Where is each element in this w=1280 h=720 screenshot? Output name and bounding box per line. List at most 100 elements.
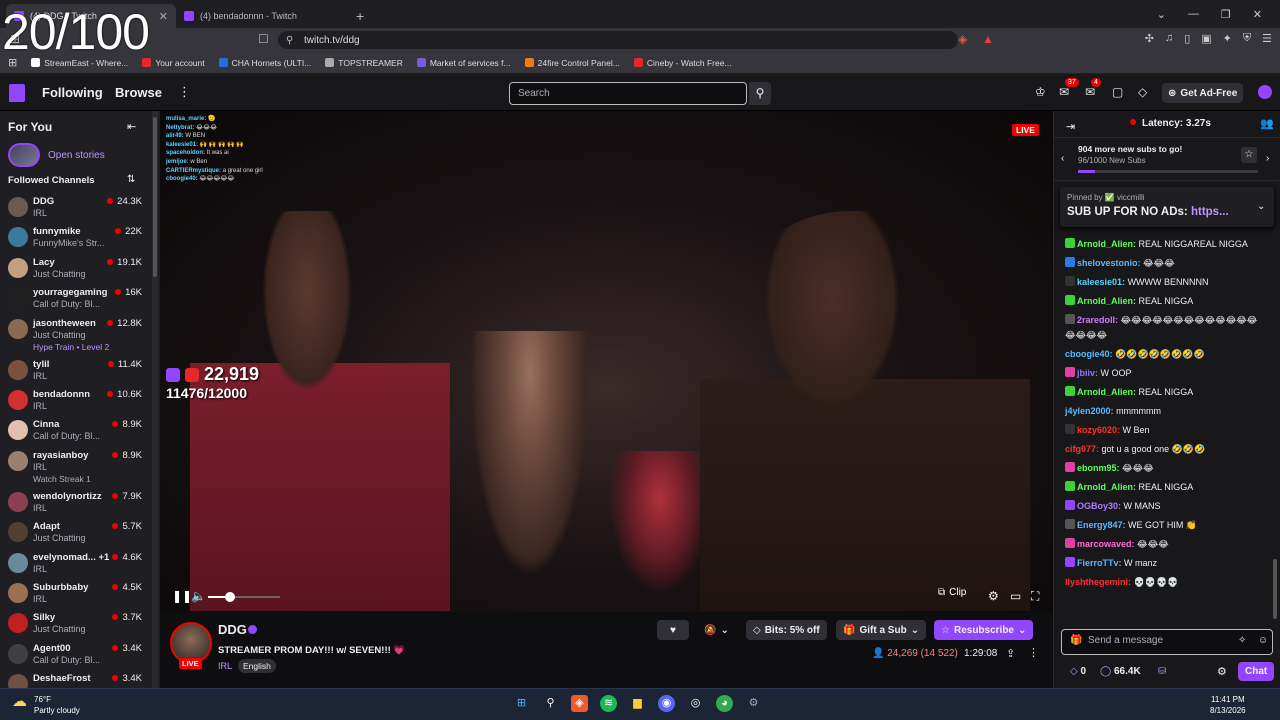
chat-message[interactable]: kaleesie01: WWWW BENNNNN: [1054, 273, 1276, 292]
channel-points[interactable]: ◯ 66.4K: [1100, 666, 1141, 677]
sidebar-channel[interactable]: evelynomad... +1 IRL 4.6K: [0, 549, 152, 579]
search-icon[interactable]: ⚲: [749, 82, 771, 105]
chat-message[interactable]: marcowaved: 😂😂😂: [1054, 535, 1276, 554]
settings-gear-icon[interactable]: ⚙: [988, 589, 999, 603]
chat-message[interactable]: FierroTTv: W manz: [1054, 554, 1276, 573]
menu-icon[interactable]: ☰: [1262, 32, 1272, 45]
vpn-icon[interactable]: ⛨: [1243, 32, 1251, 45]
sidebar-channel[interactable]: Lacy Just Chatting 19.1K: [0, 254, 152, 284]
chat-username[interactable]: kozy6020:: [1077, 425, 1120, 435]
profile-avatar[interactable]: [1258, 85, 1272, 99]
brave-browser-icon[interactable]: ◈: [571, 695, 588, 712]
tab-search-icon[interactable]: ⌄: [1157, 8, 1166, 21]
chat-input[interactable]: 🎁 Send a message ✧ ☺: [1061, 629, 1273, 655]
chat-username[interactable]: 2raredoll:: [1077, 315, 1118, 325]
sort-icon[interactable]: ⇅: [127, 174, 135, 185]
chat-badge-icon[interactable]: [1065, 557, 1075, 567]
chat-badge-icon[interactable]: [1065, 257, 1075, 267]
streamer-name[interactable]: DDG: [218, 622, 247, 637]
chat-username[interactable]: FierroTTv:: [1077, 558, 1122, 568]
community-icon[interactable]: 👥: [1260, 117, 1274, 130]
chat-message[interactable]: OGBoy30: W MANS: [1054, 497, 1276, 516]
wallet-icon[interactable]: ▣: [1201, 32, 1211, 45]
sidebar-channel[interactable]: wendolynortizz IRL 7.9K: [0, 488, 152, 518]
chat-message[interactable]: 2raredoll: 😂😂😂😂😂😂😂😂😂😂😂😂😂😂😂😂😂: [1054, 311, 1276, 345]
close-window-icon[interactable]: ✕: [1253, 8, 1262, 21]
settings-gear-icon[interactable]: ⚙: [745, 695, 762, 712]
resubscribe-button[interactable]: ☆ Resubscribe ⌄: [934, 620, 1034, 640]
sidebar-channel[interactable]: Silky Just Chatting 3.7K: [0, 609, 152, 639]
taskbar-search-icon[interactable]: ⚲: [542, 695, 559, 712]
chrome-icon[interactable]: ◕: [716, 695, 733, 712]
more-options-icon[interactable]: ⋮: [1028, 646, 1039, 659]
volume-knob[interactable]: [224, 592, 235, 602]
twitch-logo-icon[interactable]: [9, 84, 25, 102]
chat-badge-icon[interactable]: [1065, 367, 1075, 377]
chat-username[interactable]: Energy847:: [1077, 520, 1126, 530]
emote-icon[interactable]: ☺: [1258, 635, 1268, 646]
chat-message[interactable]: Energy847: WE GOT HIM 👏: [1054, 516, 1276, 535]
chat-username[interactable]: Arnold_Alien:: [1077, 482, 1136, 492]
clip-button[interactable]: ⧉ Clip: [938, 587, 966, 598]
whispers-icon[interactable]: ▢: [1112, 85, 1123, 99]
nav-following[interactable]: Following: [42, 85, 103, 100]
chat-message[interactable]: shelovestonio: 😂😂😂: [1054, 254, 1276, 273]
system-clock[interactable]: 11:41 PM 8/13/2026: [1210, 694, 1246, 716]
chevron-left-icon[interactable]: ‹: [1061, 153, 1064, 164]
chevron-right-icon[interactable]: ›: [1266, 153, 1269, 164]
sidebar-scrollbar[interactable]: [152, 111, 158, 688]
chat-username[interactable]: kaleesie01:: [1077, 277, 1125, 287]
bookmark-item[interactable]: Your account: [142, 58, 205, 68]
leo-icon[interactable]: ✦: [1223, 32, 1232, 45]
bits-balance[interactable]: ◇ 0: [1070, 666, 1086, 677]
star-icon[interactable]: ☆: [1241, 147, 1257, 163]
chat-username[interactable]: shelovestonio:: [1077, 258, 1141, 268]
chat-message[interactable]: Arnold_Alien: REAL NIGGAREAL NIGGA: [1054, 235, 1276, 254]
chat-username[interactable]: j4ylen2000:: [1065, 406, 1114, 416]
chat-username[interactable]: OGBoy30:: [1077, 501, 1121, 511]
chat-scrollbar[interactable]: [1273, 559, 1277, 619]
browser-tab-bendadonnn[interactable]: (4) bendadonnn - Twitch: [176, 4, 346, 28]
chat-message[interactable]: jbiiv: W OOP: [1054, 364, 1276, 383]
chat-message[interactable]: kozy6020: W Ben: [1054, 421, 1276, 440]
fullscreen-icon[interactable]: ⛶: [1031, 589, 1039, 604]
notifications-icon[interactable]: ✉ 4: [1085, 78, 1101, 99]
sidebar-channel[interactable]: funnymike FunnyMike's Str... 22K: [0, 223, 152, 253]
file-explorer-icon[interactable]: ▆: [629, 695, 646, 712]
sidebar-channel[interactable]: bendadonnn IRL 10.6K: [0, 386, 152, 416]
chat-message[interactable]: ebonm95: 😂😂😂: [1054, 459, 1276, 478]
chat-message[interactable]: cboogie40: 🤣🤣🤣🤣🤣🤣🤣🤣: [1054, 345, 1276, 364]
extensions-icon[interactable]: ✣: [1145, 32, 1154, 45]
pinned-message[interactable]: Pinned by ✅ viccmilli SUB UP FOR NO ADs:…: [1060, 187, 1274, 227]
follow-heart-button[interactable]: ♥: [657, 620, 689, 640]
brave-rewards-icon[interactable]: ▲: [982, 32, 994, 46]
chat-badge-icon[interactable]: [1065, 462, 1075, 472]
bookmark-item[interactable]: 24fire Control Panel...: [524, 58, 620, 68]
collapse-sidebar-icon[interactable]: ⇤: [127, 120, 136, 133]
chat-badge-icon[interactable]: [1065, 314, 1075, 324]
chevron-down-icon[interactable]: ⌄: [1257, 201, 1265, 212]
minimize-icon[interactable]: —: [1188, 8, 1199, 20]
bookmark-item[interactable]: Cineby - Watch Free...: [633, 58, 732, 68]
chat-message[interactable]: j4ylen2000: mmmmmm: [1054, 402, 1276, 421]
bits-icon[interactable]: ◇: [1138, 85, 1147, 99]
theatre-mode-icon[interactable]: ▭: [1010, 589, 1021, 603]
sidebar-channel[interactable]: yourragegaming Call of Duty: Bl... 16K: [0, 284, 152, 314]
chat-badge-icon[interactable]: [1065, 500, 1075, 510]
rewards-icon[interactable]: ⛁: [1158, 666, 1166, 677]
bookmark-item[interactable]: Market of services f...: [416, 58, 511, 68]
bookmark-icon[interactable]: ☐: [258, 32, 269, 46]
share-icon[interactable]: ⇪: [1006, 647, 1015, 660]
chat-message[interactable]: llyshthegemini: 💀💀💀💀: [1054, 573, 1276, 592]
open-stories-button[interactable]: Open stories: [8, 143, 105, 167]
sidebar-channel[interactable]: Cinna Call of Duty: Bl... 8.9K: [0, 416, 152, 446]
chat-username[interactable]: cifg077:: [1065, 444, 1099, 454]
pinned-link[interactable]: https...: [1191, 206, 1229, 218]
pause-icon[interactable]: ❚❚: [172, 589, 192, 603]
chat-username[interactable]: Arnold_Alien:: [1077, 387, 1136, 397]
steam-icon[interactable]: ◎: [687, 695, 704, 712]
collapse-chat-icon[interactable]: ⇥: [1066, 120, 1075, 133]
chat-badge-icon[interactable]: [1065, 538, 1075, 548]
sidebar-channel[interactable]: Suburbbaby IRL 4.5K: [0, 579, 152, 609]
chat-badge-icon[interactable]: [1065, 424, 1075, 434]
